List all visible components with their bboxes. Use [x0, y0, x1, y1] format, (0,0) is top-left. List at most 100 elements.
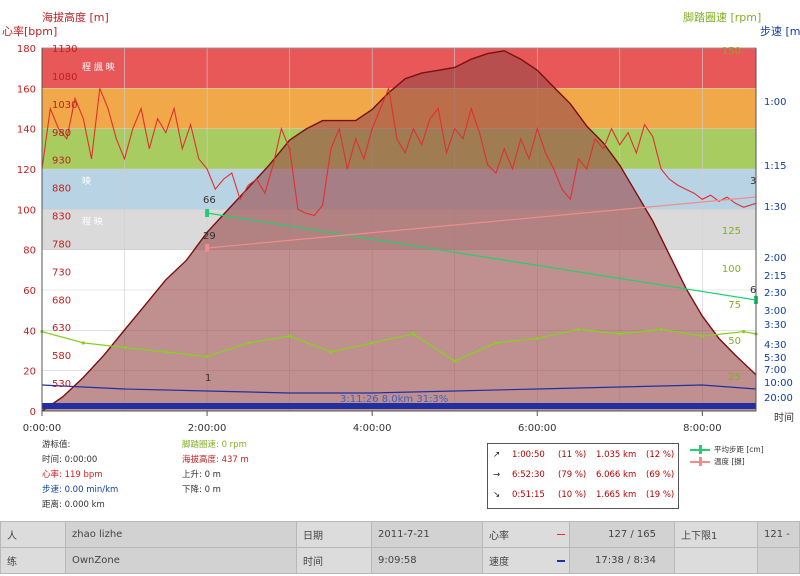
- table-cell: 时间: [296, 547, 372, 574]
- cadence-axis-title: 脚踏圈速 [rpm]: [683, 10, 761, 24]
- stat-time-pct: (79 %): [558, 470, 587, 480]
- descent-icon: ↘: [493, 490, 501, 500]
- hr-tick-label: 40: [23, 326, 36, 337]
- time-tick-label: 8:00:00: [683, 423, 722, 434]
- table-cell: 127 / 165: [569, 521, 675, 548]
- cadence-point: [411, 332, 416, 336]
- table-cell: 上下限1: [674, 521, 758, 548]
- time-tick-label: 6:00:00: [518, 423, 557, 434]
- zone-label: 程 諷 映: [82, 61, 115, 73]
- table-cell: 2011-7-21: [371, 521, 483, 548]
- stat-distance-pct: (12 %): [646, 450, 675, 460]
- temp-legend-marker: [699, 457, 702, 466]
- cursor-heart-rate: 心率: 119 bpm: [42, 470, 103, 480]
- stride-start-label: 66: [203, 195, 216, 206]
- temp-point: [205, 244, 210, 252]
- pace-tick-label: 1:30: [764, 202, 786, 213]
- cadence-point: [576, 327, 581, 331]
- cadence-point: [164, 350, 168, 354]
- cadence-point: [700, 334, 704, 338]
- time-tick-label: 2:00:00: [188, 423, 227, 434]
- bottom-bar-label: 3:11:26 8.0km 31:3%: [340, 394, 448, 405]
- speed-line-icon: [557, 560, 565, 562]
- cadence-point: [288, 334, 292, 338]
- summary-table: 人 zhao lizhe 日期 2011-7-21 心率 127 / 165 上…: [0, 521, 800, 574]
- cadence-point: [618, 332, 622, 336]
- table-cell: zhao lizhe: [65, 521, 297, 548]
- pace-tick-label: 1:15: [764, 161, 786, 172]
- cursor-descent: 下降: 0 m: [182, 485, 221, 495]
- cursor-title: 游标值:: [42, 440, 71, 450]
- stat-row-descent: ↘ 0:51:15 (10 %) 1.665 km (19 %): [488, 486, 678, 504]
- table-cell: 日期: [296, 521, 372, 548]
- pace-tick-label: 10:00: [764, 378, 793, 389]
- pace-axis-title: 步速 [min: [760, 25, 800, 38]
- cadence-tick-label: 75: [728, 300, 741, 311]
- temp-legend-label: 温度 [摄]: [714, 457, 745, 466]
- table-row: 人 zhao lizhe 日期 2011-7-21 心率 127 / 165 上…: [0, 521, 800, 548]
- cadence-point: [370, 341, 374, 345]
- stat-row-ascent: ↗ 1:00:50 (11 %) 1.035 km (12 %): [488, 446, 678, 464]
- cadence-point: [122, 345, 127, 350]
- pace-tick-label: 2:00: [764, 253, 786, 264]
- cadence-point: [659, 327, 663, 331]
- altitude-tick-label: 930: [52, 156, 71, 167]
- temp-start-label: 29: [203, 231, 216, 242]
- stride-legend-marker: [699, 445, 702, 454]
- table-row: 练 OwnZone 时间 9:09:58 速度 17:38 / 8:34: [0, 547, 800, 574]
- cadence-point: [329, 350, 333, 354]
- cursor-info-right: 脚踏圈速: 0 rpm 海拔高度: 437 m 上升: 0 m 下降: 0 m: [182, 438, 249, 498]
- cursor-pace: 步速: 0.00 min/km: [42, 485, 119, 495]
- pace-tick-label: 3:00: [764, 306, 786, 317]
- segment-stats: ↗ 1:00:50 (11 %) 1.035 km (12 %) → 6:52:…: [487, 443, 679, 509]
- table-cell: 速度: [482, 547, 570, 574]
- chart-canvas: 海拔高度 [m] 心率[bpm] 脚踏圈速 [rpm] 步速 [min 时间 程…: [2, 10, 800, 434]
- speed-label: 速度: [489, 557, 509, 568]
- hr-tick-label: 120: [17, 165, 36, 176]
- hr-tick-label: 60: [23, 286, 36, 297]
- altitude-tick-label: 630: [52, 323, 71, 334]
- hr-tick-label: 140: [17, 125, 36, 136]
- cadence-point: [742, 329, 746, 334]
- hr-label: 心率: [489, 531, 509, 542]
- cursor-cadence: 脚踏圈速: 0 rpm: [182, 440, 247, 450]
- time-axis-title: 时间: [774, 411, 794, 424]
- altitude-tick-label: 980: [52, 128, 71, 139]
- stat-time: 6:52:30: [512, 470, 545, 480]
- cursor-ascent: 上升: 0 m: [182, 470, 221, 480]
- stat-time: 1:00:50: [512, 450, 545, 460]
- speed-small-label: 1: [205, 373, 211, 384]
- cadence-point: [535, 336, 539, 340]
- stat-distance-pct: (19 %): [646, 490, 675, 500]
- cursor-altitude: 海拔高度: 437 m: [182, 455, 249, 465]
- pace-tick-label: 5:30: [764, 353, 786, 364]
- stat-time-pct: (10 %): [558, 490, 587, 500]
- table-cell: 17:38 / 8:34: [569, 547, 675, 574]
- hr-line-icon: [557, 534, 565, 535]
- hr-tick-label: 100: [17, 205, 36, 216]
- table-cell: 心率: [482, 521, 570, 548]
- altitude-tick-label: 680: [52, 295, 71, 306]
- cadence-tick-label: 100: [722, 264, 741, 275]
- stride-point: [205, 209, 210, 217]
- cadence-tick-label: 125: [722, 226, 741, 237]
- stat-distance: 1.665 km: [596, 490, 637, 500]
- cadence-point: [494, 341, 498, 345]
- cadence-tick-label: 25: [728, 372, 741, 383]
- time-tick-label: 0:00:00: [23, 423, 62, 434]
- table-cell: 9:09:58: [371, 547, 483, 574]
- table-cell: OwnZone: [65, 547, 297, 574]
- cadence-tick-label: 50: [728, 336, 741, 347]
- stride-end-label: 6: [750, 285, 756, 296]
- altitude-tick-label: 1030: [52, 100, 77, 111]
- ascent-icon: ↗: [493, 450, 501, 460]
- zone-label: 程 映: [82, 215, 103, 227]
- altitude-axis-title: 海拔高度 [m]: [42, 10, 109, 24]
- hr-tick-label: 0: [30, 407, 36, 418]
- table-cell: 121 -: [757, 521, 800, 548]
- stride-legend-label: 平均步距 [cm]: [714, 445, 764, 454]
- cadence-point: [453, 359, 457, 363]
- zone-label: 映: [82, 175, 91, 187]
- altitude-tick-label: 1080: [52, 72, 77, 83]
- altitude-tick-label: 580: [52, 351, 71, 362]
